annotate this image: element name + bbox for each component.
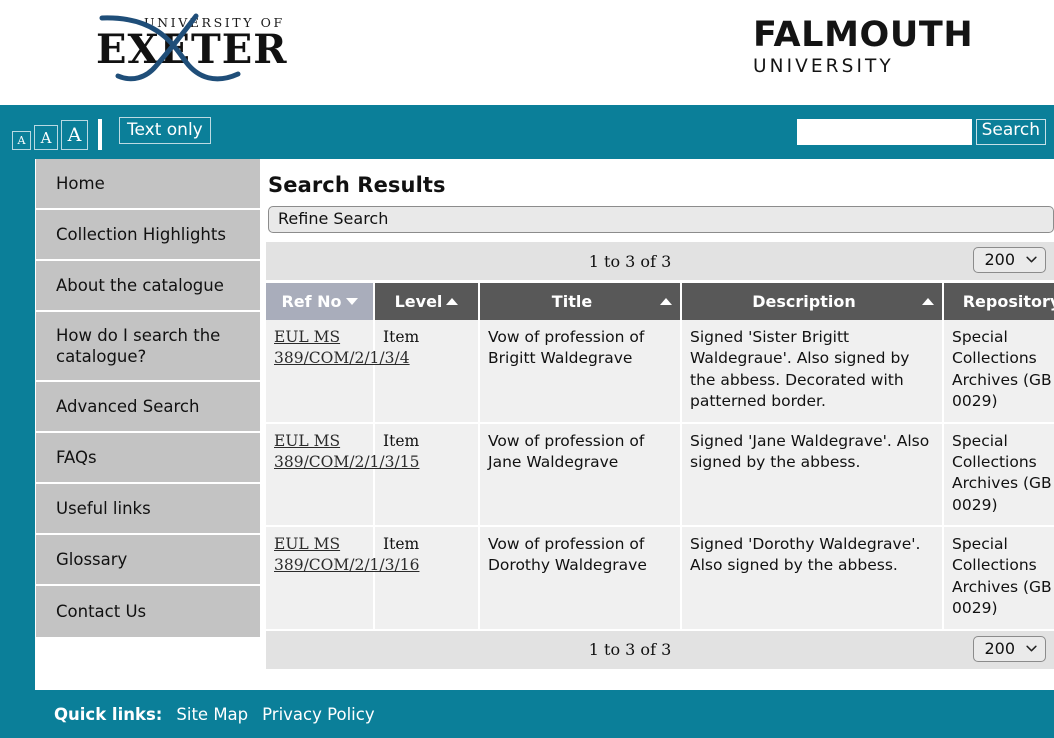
pager-bottom: 1 to 3 of 3 200: [266, 630, 1054, 669]
brand-header: UNIVERSITY OF EXETER FALMOUTH UNIVERSITY: [0, 0, 1054, 105]
column-header-repository[interactable]: Repository: [943, 283, 1054, 320]
site-search: Search: [796, 119, 1046, 145]
cell-description: Signed 'Sister Brigitt Waldegraue'. Also…: [681, 320, 944, 424]
sidebar-item-contact-us[interactable]: Contact Us: [36, 586, 260, 638]
column-header-title[interactable]: Title: [479, 283, 682, 320]
left-accent-rail: [0, 159, 35, 690]
sidebar-item-useful-links[interactable]: Useful links: [36, 484, 260, 536]
column-header-description-label: Description: [752, 292, 856, 311]
university-of-exeter-logo[interactable]: UNIVERSITY OF EXETER: [88, 10, 288, 88]
page-size-value-bottom: 200: [984, 638, 1015, 658]
cell-ref-no: EUL MS 389/COM/2/1/3/4: [266, 320, 410, 424]
sidebar-item-about-the-catalogue[interactable]: About the catalogue: [36, 261, 260, 312]
search-input[interactable]: [796, 119, 972, 145]
pager-bottom-count: 1 to 3 of 3: [588, 640, 672, 659]
cell-description: Signed 'Dorothy Waldegrave'. Also signed…: [681, 526, 944, 631]
table-row: EUL MS 389/COM/2/1/3/16 Item Vow of prof…: [266, 526, 1054, 631]
page-size-select-top[interactable]: 200: [973, 247, 1046, 273]
column-header-level[interactable]: Level: [374, 283, 480, 320]
chevron-down-icon: [1026, 256, 1037, 263]
sort-ascending-icon: [660, 298, 672, 305]
footer-link-privacy-policy[interactable]: Privacy Policy: [262, 705, 374, 724]
falmouth-university-logo[interactable]: FALMOUTH UNIVERSITY: [753, 15, 974, 77]
text-size-controls: A A A: [12, 114, 102, 150]
site-footer: Quick links: Site Map Privacy Policy: [0, 690, 1054, 738]
sidebar-nav: Home Collection Highlights About the cat…: [36, 159, 260, 638]
sort-ascending-icon: [922, 298, 934, 305]
cell-repository: Special Collections Archives (GB 0029): [943, 526, 1054, 631]
cell-level: Item: [374, 320, 480, 424]
sidebar-item-how-do-i-search-the-catalogue[interactable]: How do I search the catalogue?: [36, 312, 260, 383]
sidebar-item-glossary[interactable]: Glossary: [36, 535, 260, 587]
column-header-title-label: Title: [551, 292, 593, 311]
toolbar-divider: [98, 119, 102, 150]
pager-top: 1 to 3 of 3 200: [266, 242, 1054, 280]
table-header-row: Ref No Level Title Description Repositor…: [266, 283, 1054, 320]
quick-links-label: Quick links:: [54, 704, 163, 724]
column-header-ref-no-label: Ref No: [281, 292, 342, 311]
cell-ref-no: EUL MS 389/COM/2/1/3/15: [266, 422, 419, 527]
refine-search-button[interactable]: Refine Search: [268, 206, 1054, 233]
cell-repository: Special Collections Archives (GB 0029): [943, 422, 1054, 527]
cell-title: Vow of profession of Brigitt Waldegrave: [479, 320, 682, 424]
cell-title: Vow of profession of Dorothy Waldegrave: [479, 526, 682, 631]
table-row: EUL MS 389/COM/2/1/3/15 Item Vow of prof…: [266, 422, 1054, 527]
sidebar-item-collection-highlights[interactable]: Collection Highlights: [36, 210, 260, 261]
sort-descending-icon: [345, 298, 358, 305]
cell-repository: Special Collections Archives (GB 0029): [943, 320, 1054, 424]
search-button[interactable]: Search: [975, 119, 1046, 145]
text-size-small-button[interactable]: A: [12, 131, 31, 150]
search-results-table: Ref No Level Title Description Repositor…: [266, 283, 1054, 631]
column-header-description[interactable]: Description: [681, 283, 944, 320]
text-size-medium-button[interactable]: A: [34, 125, 58, 150]
utility-bar: A A A Text only Search: [0, 105, 1054, 159]
page-title: Search Results: [268, 173, 446, 197]
page-size-value-top: 200: [984, 250, 1015, 269]
main-content: Search Results Refine Search 1 to 3 of 3…: [266, 159, 1054, 690]
chevron-down-icon: [1026, 645, 1037, 651]
footer-link-site-map[interactable]: Site Map: [176, 705, 248, 724]
text-only-button[interactable]: Text only: [119, 117, 211, 144]
sort-ascending-icon: [446, 298, 459, 305]
cell-title: Vow of profession of Jane Waldegrave: [479, 422, 682, 527]
falmouth-logo-line1: FALMOUTH: [753, 15, 974, 55]
column-header-level-label: Level: [394, 292, 443, 311]
cell-ref-no: EUL MS 389/COM/2/1/3/16: [266, 526, 419, 631]
falmouth-logo-line2: UNIVERSITY: [753, 56, 894, 77]
sidebar-item-faqs[interactable]: FAQs: [36, 433, 260, 485]
text-size-large-button[interactable]: A: [61, 120, 88, 150]
table-row: EUL MS 389/COM/2/1/3/4 Item Vow of profe…: [266, 320, 1054, 424]
page-size-select-bottom[interactable]: 200: [973, 635, 1046, 662]
cell-description: Signed 'Jane Waldegrave'. Also signed by…: [681, 422, 944, 527]
sidebar-item-home[interactable]: Home: [36, 159, 260, 210]
sidebar-item-advanced-search[interactable]: Advanced Search: [36, 382, 260, 434]
column-header-ref-no[interactable]: Ref No: [266, 283, 375, 320]
exeter-logo-line2: EXETER: [96, 26, 288, 73]
page-body: Home Collection Highlights About the cat…: [0, 159, 1054, 690]
pager-top-count: 1 to 3 of 3: [588, 251, 672, 271]
cell-level: Item: [374, 422, 480, 527]
cell-level: Item: [374, 526, 480, 631]
column-header-repository-label: Repository: [962, 292, 1054, 311]
